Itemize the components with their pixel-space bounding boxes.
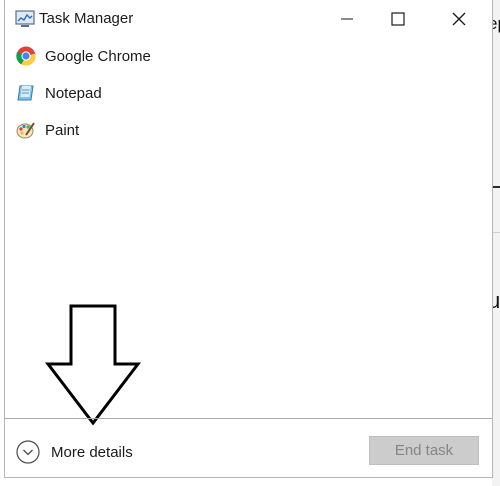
chrome-icon: [16, 46, 36, 66]
down-arrow-annotation: [44, 304, 142, 426]
more-details-button[interactable]: More details: [16, 438, 133, 466]
more-details-label: More details: [51, 443, 133, 461]
minimize-button[interactable]: [324, 0, 370, 38]
task-manager-window: Task Manager Google Chrome Notepad Paint…: [4, 0, 493, 478]
minimize-icon: [341, 18, 353, 20]
list-item[interactable]: Notepad: [5, 75, 492, 111]
maximize-button[interactable]: [375, 0, 421, 38]
chevron-down-circle-icon: [16, 440, 40, 464]
list-item[interactable]: Paint: [5, 112, 492, 148]
end-task-button[interactable]: End task: [369, 436, 479, 465]
close-icon: [452, 12, 466, 26]
close-button[interactable]: [436, 0, 482, 38]
paint-icon: [16, 120, 36, 140]
background-window: [492, 0, 500, 486]
app-name: Paint: [45, 121, 80, 139]
task-manager-icon: [15, 10, 35, 28]
footer-divider: [5, 418, 492, 419]
title-bar[interactable]: Task Manager: [5, 0, 492, 38]
list-item[interactable]: Google Chrome: [5, 38, 492, 74]
app-name: Notepad: [45, 84, 102, 102]
maximize-icon: [391, 12, 405, 26]
app-name: Google Chrome: [45, 47, 151, 65]
notepad-icon: [16, 83, 36, 103]
window-title: Task Manager: [39, 10, 134, 27]
